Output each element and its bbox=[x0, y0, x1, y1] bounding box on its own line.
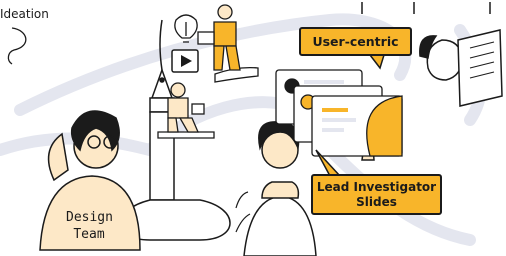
platform-mid bbox=[157, 131, 215, 139]
illustration-scene: Ideation User-centric Lead Investigator … bbox=[0, 0, 506, 256]
user-centric-callout: User-centric bbox=[299, 27, 412, 56]
team-word: Team bbox=[73, 227, 105, 242]
design-team-label: Design Team bbox=[66, 209, 113, 243]
laptop-icon bbox=[197, 31, 215, 45]
lead-investigator-callout: Lead Investigator Slides bbox=[311, 174, 442, 215]
person-top bbox=[213, 4, 241, 71]
person-sitting bbox=[167, 82, 205, 133]
book-icon bbox=[457, 29, 503, 107]
scroll-icon bbox=[235, 191, 251, 233]
lightbulb-icon bbox=[174, 14, 198, 43]
ideation-label: Ideation bbox=[0, 7, 49, 21]
user-centric-label: User-centric bbox=[312, 34, 399, 49]
design-word: Design bbox=[66, 210, 113, 225]
lead-investigator-label: Lead Investigator bbox=[316, 180, 437, 194]
person-reading bbox=[419, 35, 463, 81]
callout-user-tail bbox=[368, 54, 386, 70]
ideation-doodle bbox=[7, 27, 27, 65]
top-ticks bbox=[361, 2, 491, 14]
play-icon bbox=[171, 49, 199, 73]
slides-label: Slides bbox=[356, 195, 397, 209]
